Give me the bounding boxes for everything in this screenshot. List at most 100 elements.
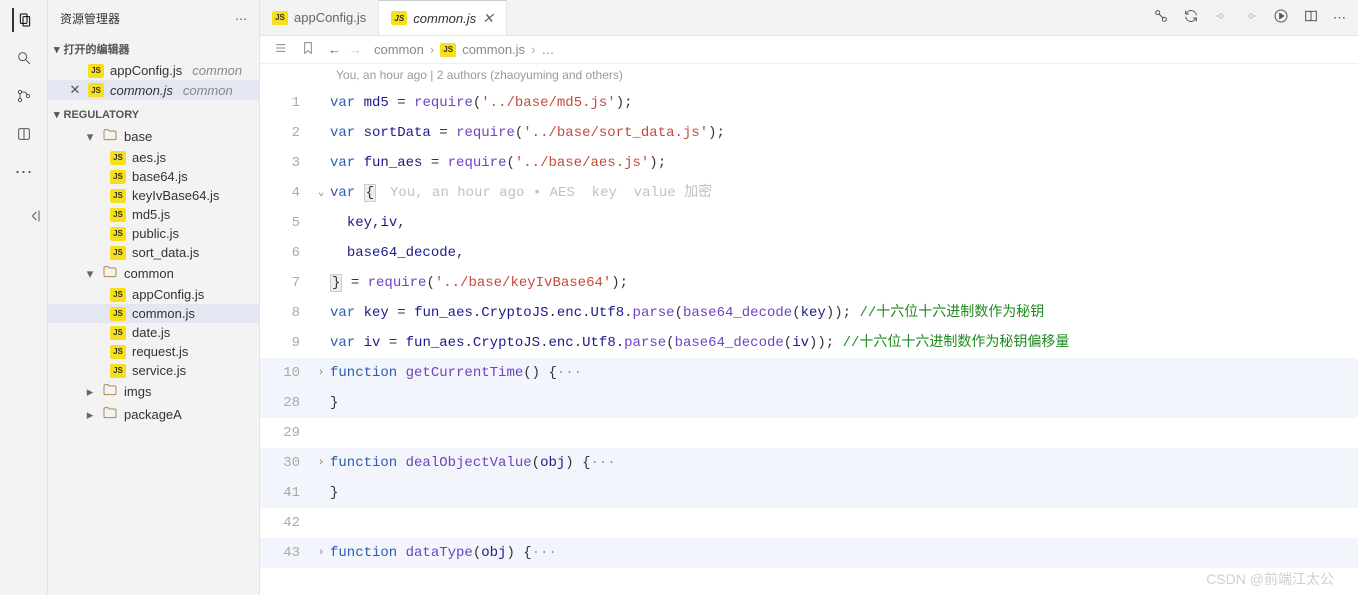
activity-bar: ⋯: [0, 0, 48, 595]
file-item[interactable]: JSservice.js: [48, 361, 259, 380]
gitlens-annotation: You, an hour ago | 2 authors (zhaoyuming…: [260, 64, 1358, 88]
js-file-icon: JS: [440, 43, 456, 57]
source-control-icon[interactable]: [12, 84, 36, 108]
folder-icon: [102, 405, 118, 424]
code-line[interactable]: 6 base64_decode,: [260, 238, 1358, 268]
code-line[interactable]: 9var iv = fun_aes.CryptoJS.enc.Utf8.pars…: [260, 328, 1358, 358]
code-line[interactable]: 3var fun_aes = require('../base/aes.js')…: [260, 148, 1358, 178]
code-line[interactable]: 2var sortData = require('../base/sort_da…: [260, 118, 1358, 148]
code-line[interactable]: 10›function getCurrentTime() {···: [260, 358, 1358, 388]
chevron-icon: ▸: [84, 409, 96, 421]
tab-bar: JSappConfig.jsJScommon.js✕ ⋯: [260, 0, 1358, 36]
open-editor-item[interactable]: JS appConfig.js common: [48, 61, 259, 80]
sidebar-more-icon[interactable]: ⋯: [235, 12, 247, 26]
next-change-icon[interactable]: [1243, 8, 1259, 27]
open-editor-item[interactable]: ✕ JS common.js common: [48, 80, 259, 100]
chevron-down-icon: ▾: [54, 108, 60, 121]
code-line[interactable]: 8var key = fun_aes.CryptoJS.enc.Utf8.par…: [260, 298, 1358, 328]
nav-forward-icon[interactable]: →: [349, 42, 362, 57]
folder-item[interactable]: ▾base: [48, 125, 259, 148]
prev-change-icon[interactable]: [1213, 8, 1229, 27]
js-file-icon: JS: [391, 11, 407, 25]
breadcrumb-bar: ← → common › JS common.js › …: [260, 36, 1358, 64]
fold-icon[interactable]: ›: [312, 538, 330, 568]
file-tree: ▾baseJSaes.jsJSbase64.jsJSkeyIvBase64.js…: [48, 125, 259, 430]
explorer-icon[interactable]: [12, 8, 36, 32]
more-icon[interactable]: ⋯: [12, 160, 36, 184]
js-file-icon: JS: [110, 326, 126, 340]
code-line[interactable]: 42: [260, 508, 1358, 538]
code-line[interactable]: 41}: [260, 478, 1358, 508]
file-item[interactable]: JScommon.js: [48, 304, 259, 323]
code-line[interactable]: 30›function dealObjectValue(obj) {···: [260, 448, 1358, 478]
line-number: 1: [260, 88, 312, 118]
run-icon[interactable]: [1273, 8, 1289, 27]
more-actions-icon[interactable]: ⋯: [1333, 10, 1346, 26]
folder-item[interactable]: ▸imgs: [48, 380, 259, 403]
file-item[interactable]: JSmd5.js: [48, 205, 259, 224]
js-file-icon: JS: [110, 345, 126, 359]
list-icon[interactable]: [272, 40, 288, 59]
nav-back-icon[interactable]: ←: [328, 42, 341, 57]
fold-icon[interactable]: ›: [312, 358, 330, 388]
code-line[interactable]: 7} = require('../base/keyIvBase64');: [260, 268, 1358, 298]
line-number: 4: [260, 178, 312, 208]
code-line[interactable]: 5 key,iv,: [260, 208, 1358, 238]
fold-icon[interactable]: ⌄: [312, 178, 330, 208]
code-line[interactable]: 29: [260, 418, 1358, 448]
file-item[interactable]: JSappConfig.js: [48, 285, 259, 304]
file-item[interactable]: JSrequest.js: [48, 342, 259, 361]
line-number: 42: [260, 508, 312, 538]
line-number: 7: [260, 268, 312, 298]
file-item[interactable]: JSkeyIvBase64.js: [48, 186, 259, 205]
editor-tab[interactable]: JSappConfig.js: [260, 0, 379, 35]
line-number: 2: [260, 118, 312, 148]
layout-icon[interactable]: [12, 122, 36, 146]
line-number: 28: [260, 388, 312, 418]
chevron-icon: ▾: [84, 131, 96, 143]
folder-item[interactable]: ▸packageA: [48, 403, 259, 426]
project-header[interactable]: ▾ REGULATORY: [48, 104, 259, 125]
folder-icon: [102, 127, 118, 146]
bookmark-icon[interactable]: [300, 40, 316, 59]
search-icon[interactable]: [12, 46, 36, 70]
line-number: 29: [260, 418, 312, 448]
file-item[interactable]: JSbase64.js: [48, 167, 259, 186]
file-item[interactable]: JSsort_data.js: [48, 243, 259, 262]
fold-icon[interactable]: ›: [312, 448, 330, 478]
editor-tab[interactable]: JScommon.js✕: [379, 0, 507, 35]
code-line[interactable]: 4⌄var {You, an hour ago • AES key value …: [260, 178, 1358, 208]
file-item[interactable]: JSaes.js: [48, 148, 259, 167]
code-editor[interactable]: 1var md5 = require('../base/md5.js');2va…: [260, 88, 1358, 595]
open-editors-header[interactable]: ▾ 打开的编辑器: [48, 37, 259, 61]
chevron-icon: ▾: [84, 268, 96, 280]
line-number: 8: [260, 298, 312, 328]
breadcrumbs[interactable]: common › JS common.js › …: [374, 42, 554, 57]
js-file-icon: JS: [110, 288, 126, 302]
js-file-icon: JS: [110, 151, 126, 165]
line-number: 30: [260, 448, 312, 478]
open-editors-list: JS appConfig.js common ✕ JS common.js co…: [48, 61, 259, 104]
editor-group: JSappConfig.jsJScommon.js✕ ⋯ ← → common …: [260, 0, 1358, 595]
line-number: 5: [260, 208, 312, 238]
folder-icon: [102, 264, 118, 283]
code-line[interactable]: 28}: [260, 388, 1358, 418]
js-file-icon: JS: [88, 64, 104, 78]
file-item[interactable]: JSpublic.js: [48, 224, 259, 243]
gitlens-inline: You, an hour ago • AES key value 加密: [390, 185, 712, 201]
tab-actions: ⋯: [1153, 8, 1358, 27]
sidebar: 资源管理器 ⋯ ▾ 打开的编辑器 JS appConfig.js common …: [48, 0, 260, 595]
file-item[interactable]: JSdate.js: [48, 323, 259, 342]
collapse-icon[interactable]: [23, 204, 47, 228]
js-file-icon: JS: [110, 246, 126, 260]
split-editor-icon[interactable]: [1303, 8, 1319, 27]
line-number: 9: [260, 328, 312, 358]
code-line[interactable]: 1var md5 = require('../base/md5.js');: [260, 88, 1358, 118]
loop-icon[interactable]: [1183, 8, 1199, 27]
line-number: 43: [260, 538, 312, 568]
folder-item[interactable]: ▾common: [48, 262, 259, 285]
close-icon[interactable]: ✕: [482, 10, 494, 27]
close-icon[interactable]: ✕: [68, 82, 82, 98]
compare-icon[interactable]: [1153, 8, 1169, 27]
code-line[interactable]: 43›function dataType(obj) {···: [260, 538, 1358, 568]
